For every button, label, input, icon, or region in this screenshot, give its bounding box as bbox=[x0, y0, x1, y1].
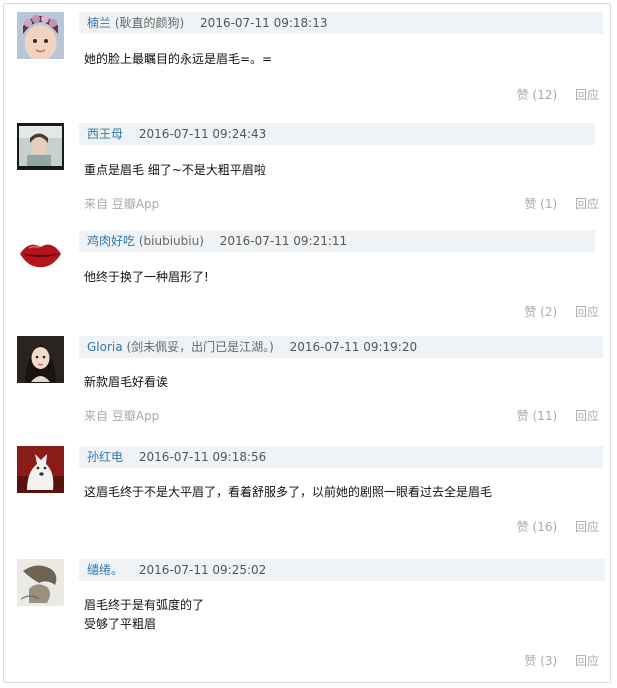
girl-flower-crown-avatar[interactable] bbox=[17, 12, 64, 59]
comment-text-line: 受够了平粗眉 bbox=[84, 617, 157, 631]
comment-meta-bar: Gloria (剑未佩妥，出门已是江湖。) 2016-07-11 09:19:2… bbox=[79, 336, 603, 358]
comment-timestamp: 2016-07-11 09:18:56 bbox=[138, 450, 267, 464]
comment-timestamp: 2016-07-11 09:18:13 bbox=[200, 16, 328, 30]
sketch-avatar[interactable] bbox=[17, 559, 64, 606]
comment-timestamp: 2016-07-11 09:24:43 bbox=[138, 127, 267, 141]
comment-timestamp: 2016-07-11 09:19:20 bbox=[289, 340, 418, 354]
reply-button[interactable]: 回应 bbox=[575, 654, 599, 668]
red-lips-avatar[interactable] bbox=[17, 230, 64, 277]
comment-text: 新款眉毛好看诶 bbox=[84, 373, 168, 392]
comment-author-link[interactable]: 楠兰 bbox=[87, 16, 111, 30]
like-button[interactable]: 赞 (16) bbox=[517, 520, 557, 534]
comment-author-link[interactable]: 缱绻。 bbox=[87, 563, 123, 577]
reply-button[interactable]: 回应 bbox=[575, 88, 599, 102]
comment-author-signature: (剑未佩妥，出门已是江湖。) bbox=[126, 340, 274, 354]
like-button[interactable]: 赞 (1) bbox=[524, 197, 557, 211]
comment-text: 这眉毛终于不是大平眉了，看着舒服多了，以前她的剧照一眼看过去全是眉毛 bbox=[84, 483, 492, 502]
comment-source: 来自 豆瓣App bbox=[84, 409, 160, 423]
comment-actions: 赞 (16) 回应 bbox=[503, 519, 599, 535]
comment-timestamp: 2016-07-11 09:21:11 bbox=[219, 234, 348, 248]
comment-meta-bar: 西王母 2016-07-11 09:24:43 bbox=[79, 123, 595, 145]
comment-meta-bar: 鸡肉好吃 (biubiubiu) 2016-07-11 09:21:11 bbox=[79, 230, 595, 252]
white-dog-avatar[interactable] bbox=[17, 446, 64, 493]
girl-portrait-avatar[interactable] bbox=[17, 336, 64, 383]
comment-text-line: 他终于换了一种眉形了! bbox=[84, 270, 209, 284]
comment-author-signature: (耿直的颜狗) bbox=[114, 16, 185, 30]
comment-text: 她的脸上最瞩目的永远是眉毛=。= bbox=[84, 50, 272, 69]
comment-author-signature: (biubiubiu) bbox=[138, 234, 204, 248]
comment-actions: 赞 (12) 回应 bbox=[503, 87, 599, 103]
like-button[interactable]: 赞 (12) bbox=[517, 88, 557, 102]
comment-source: 来自 豆瓣App bbox=[84, 197, 160, 211]
comment-text: 重点是眉毛 细了~不是大粗平眉啦 bbox=[84, 161, 266, 180]
comment-text-line: 重点是眉毛 细了~不是大粗平眉啦 bbox=[84, 163, 266, 177]
comment-author-link[interactable]: 鸡肉好吃 bbox=[87, 234, 135, 248]
comment-timestamp: 2016-07-11 09:25:02 bbox=[138, 563, 267, 577]
comment-text: 他终于换了一种眉形了! bbox=[84, 268, 209, 287]
like-button[interactable]: 赞 (3) bbox=[524, 654, 557, 668]
comment-actions: 赞 (11) 回应 bbox=[503, 408, 599, 424]
like-button[interactable]: 赞 (2) bbox=[524, 305, 557, 319]
comment-text-line: 她的脸上最瞩目的永远是眉毛=。= bbox=[84, 52, 273, 66]
reply-button[interactable]: 回应 bbox=[575, 409, 599, 423]
like-button[interactable]: 赞 (11) bbox=[517, 409, 557, 423]
reply-button[interactable]: 回应 bbox=[575, 520, 599, 534]
comment-author-link[interactable]: 孙红电 bbox=[87, 450, 123, 464]
comment-actions: 赞 (2) 回应 bbox=[510, 304, 599, 320]
reply-button[interactable]: 回应 bbox=[575, 305, 599, 319]
comment-author-link[interactable]: Gloria bbox=[87, 340, 123, 354]
reply-button[interactable]: 回应 bbox=[575, 197, 599, 211]
comment-text-line: 这眉毛终于不是大平眉了，看着舒服多了，以前她的剧照一眼看过去全是眉毛 bbox=[84, 485, 493, 499]
comment-text: 眉毛终于是有弧度的了 受够了平粗眉 bbox=[84, 596, 204, 634]
comment-actions: 赞 (3) 回应 bbox=[510, 653, 599, 669]
comment-meta-bar: 楠兰 (耿直的颜狗) 2016-07-11 09:18:13 bbox=[79, 12, 603, 34]
comment-actions: 赞 (1) 回应 bbox=[510, 196, 599, 212]
comment-meta-bar: 缱绻。 2016-07-11 09:25:02 bbox=[79, 559, 605, 581]
comment-meta-bar: 孙红电 2016-07-11 09:18:56 bbox=[79, 446, 603, 468]
comment-text-line: 新款眉毛好看诶 bbox=[84, 375, 169, 389]
woman-photo-avatar[interactable] bbox=[17, 123, 64, 170]
comment-author-link[interactable]: 西王母 bbox=[87, 127, 123, 141]
comment-text-line: 眉毛终于是有弧度的了 bbox=[84, 598, 205, 612]
